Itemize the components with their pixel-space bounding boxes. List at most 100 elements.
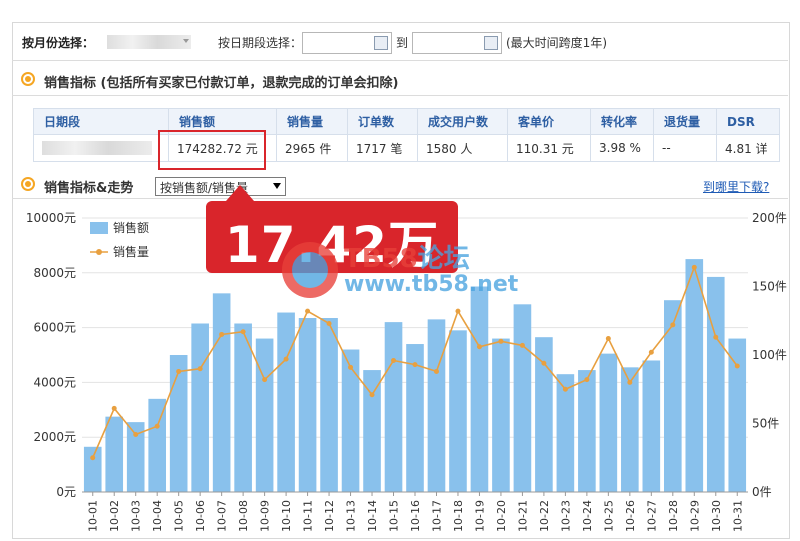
line-point — [627, 379, 633, 385]
x-tick-label: 10-30 — [710, 500, 723, 532]
bar — [599, 353, 618, 492]
x-tick-label: 10-08 — [237, 500, 250, 532]
bar — [234, 323, 252, 492]
bar — [535, 337, 553, 492]
bar — [298, 318, 317, 492]
x-tick-label: 10-10 — [280, 500, 293, 532]
bar — [513, 304, 532, 492]
y-left-tick-label: 2000元 — [33, 430, 76, 444]
bar — [642, 360, 661, 492]
bar — [320, 318, 338, 492]
legend-series-2: 销售量 — [113, 244, 149, 259]
bar — [83, 446, 102, 492]
bar — [449, 330, 467, 492]
x-tick-label: 10-22 — [538, 500, 551, 532]
x-tick-label: 10-15 — [388, 500, 401, 532]
y-left-tick-label: 0元 — [56, 485, 76, 499]
x-tick-label: 10-12 — [323, 500, 336, 532]
line-point — [283, 356, 289, 362]
x-tick-label: 10-19 — [473, 500, 486, 532]
bar — [277, 312, 295, 492]
line-point — [90, 455, 96, 461]
watermark-url: www.tb58.net — [344, 272, 519, 297]
y-right-tick-label: 50件 — [752, 417, 779, 431]
line-point — [412, 362, 418, 368]
line-point — [391, 357, 397, 363]
line-point — [605, 336, 611, 342]
bar — [341, 349, 360, 492]
bar — [492, 338, 510, 492]
y-left-tick-label: 10000元 — [26, 211, 76, 225]
x-tick-label: 10-18 — [452, 500, 465, 532]
banner-pointer — [226, 185, 254, 201]
bar — [363, 370, 381, 492]
bar — [105, 416, 124, 492]
line-point — [176, 368, 182, 374]
line-point — [455, 308, 461, 314]
x-tick-label: 10-05 — [173, 500, 186, 532]
line-point — [326, 320, 332, 326]
line-point — [305, 308, 311, 314]
line-point — [713, 334, 719, 340]
bar — [212, 293, 231, 492]
x-tick-label: 10-11 — [302, 500, 315, 532]
x-tick-label: 10-20 — [495, 500, 508, 532]
line-point — [219, 331, 225, 337]
x-tick-label: 10-28 — [667, 500, 680, 532]
y-right-tick-label: 0件 — [752, 485, 772, 499]
x-tick-label: 10-04 — [151, 500, 164, 532]
line-point — [498, 338, 504, 344]
line-point — [111, 405, 117, 411]
line-point — [648, 349, 654, 355]
x-tick-label: 10-21 — [516, 500, 529, 532]
line-point — [369, 392, 375, 398]
bar — [728, 338, 747, 492]
bar — [427, 319, 446, 492]
x-tick-label: 10-03 — [130, 500, 143, 532]
x-tick-label: 10-27 — [645, 500, 658, 532]
line-point — [584, 377, 590, 383]
line-point — [262, 377, 268, 383]
y-left-tick-label: 8000元 — [33, 266, 76, 280]
bar — [470, 286, 489, 492]
line-point — [154, 423, 160, 429]
x-tick-label: 10-26 — [624, 500, 637, 532]
x-tick-label: 10-09 — [259, 500, 272, 532]
y-left-tick-label: 4000元 — [33, 375, 76, 389]
line-point — [541, 360, 547, 366]
x-tick-label: 10-16 — [409, 500, 422, 532]
line-point — [348, 364, 354, 370]
watermark-logo-icon — [282, 242, 338, 298]
bar — [663, 300, 682, 492]
x-tick-label: 10-24 — [581, 500, 594, 532]
line-point — [197, 366, 203, 372]
line-point — [433, 368, 439, 374]
x-tick-label: 10-06 — [194, 500, 207, 532]
x-tick-label: 10-23 — [559, 500, 572, 532]
x-tick-label: 10-25 — [602, 500, 615, 532]
bar — [578, 370, 596, 492]
line-point — [133, 431, 139, 437]
bar — [621, 367, 639, 492]
bar — [384, 322, 403, 492]
y-right-tick-label: 100件 — [752, 348, 787, 362]
bar — [556, 374, 575, 492]
x-tick-label: 10-31 — [731, 500, 744, 532]
watermark-text: TB58论坛 — [344, 244, 470, 274]
legend-line-marker — [96, 249, 102, 255]
watermark: TB58论坛 www.tb58.net — [282, 238, 542, 308]
y-right-tick-label: 200件 — [752, 211, 787, 225]
y-right-tick-label: 150件 — [752, 280, 787, 294]
bar — [169, 355, 188, 492]
x-tick-label: 10-01 — [87, 500, 100, 532]
y-left-tick-label: 6000元 — [33, 321, 76, 335]
line-point — [476, 344, 482, 350]
line-point — [734, 363, 740, 369]
x-tick-label: 10-29 — [688, 500, 701, 532]
bar — [191, 323, 209, 492]
x-tick-label: 10-13 — [345, 500, 358, 532]
legend-bar-swatch — [90, 222, 108, 234]
bar — [706, 276, 725, 492]
legend-series-1: 销售额 — [113, 220, 149, 235]
x-tick-label: 10-07 — [216, 500, 229, 532]
